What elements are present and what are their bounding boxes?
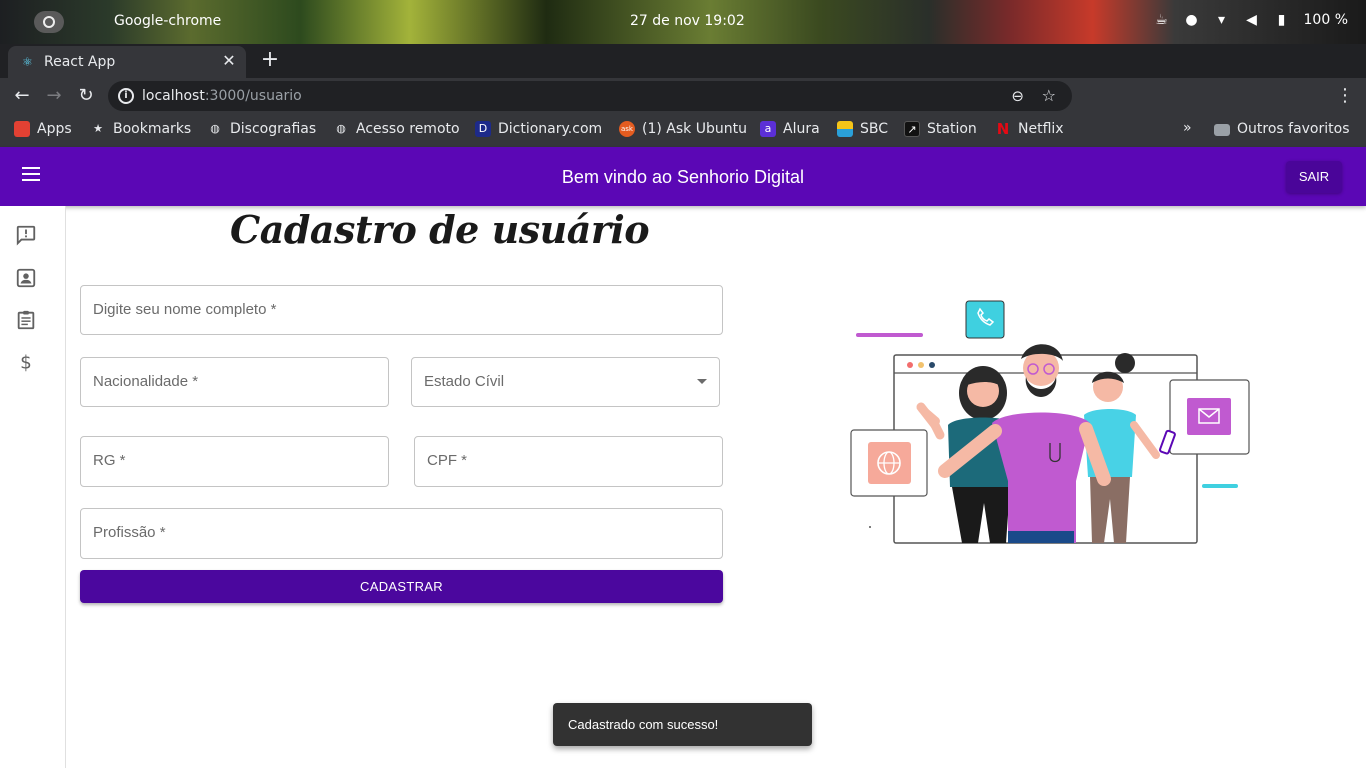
dropdown-arrow-icon	[697, 379, 707, 384]
other-bookmarks-folder[interactable]: Outros favoritos	[1214, 121, 1350, 137]
marital-status-placeholder: Estado Cívil	[424, 373, 505, 390]
assignment-icon[interactable]	[15, 309, 37, 331]
bookmarks-bar: Apps ★ Bookmarks ◍ Discografias ◍ Acesso…	[0, 114, 1366, 147]
apps-grid-icon	[14, 121, 30, 137]
station-icon: ↗	[904, 121, 920, 137]
folder-icon	[1214, 124, 1230, 136]
bookmark-item[interactable]: Apps	[14, 121, 72, 137]
nationality-placeholder: Nacionalidade *	[93, 373, 199, 390]
discord-icon[interactable]: ●	[1184, 12, 1200, 28]
battery-percent: 100 %	[1303, 12, 1348, 28]
url-text[interactable]: localhost:3000/usuario	[142, 88, 302, 104]
askubuntu-icon: ask	[619, 121, 635, 137]
globe-icon: ◍	[336, 122, 346, 135]
kebab-menu-icon[interactable]: ⋮	[1334, 85, 1356, 107]
dollar-icon[interactable]: $	[15, 351, 37, 373]
rg-placeholder: RG *	[93, 452, 126, 469]
address-bar[interactable]: i localhost:3000/usuario ⊖ ☆	[108, 81, 1072, 111]
feedback-icon[interactable]	[15, 224, 37, 246]
volume-icon[interactable]: ◀	[1244, 12, 1260, 28]
profession-placeholder: Profissão *	[93, 524, 166, 541]
globe-icon: ◍	[210, 122, 220, 135]
bookmark-item[interactable]: SBC	[837, 121, 888, 137]
browser-tab[interactable]: ⚛ React App ✕	[8, 46, 246, 78]
page-title: Cadastro de usuário	[230, 207, 650, 252]
submit-button[interactable]: CADASTRAR	[80, 570, 723, 603]
app-bar: Bem vindo ao Senhorio Digital SAIR	[0, 147, 1366, 206]
battery-icon[interactable]: ▮	[1274, 12, 1290, 28]
full-name-field[interactable]: Digite seu nome completo *	[80, 285, 723, 335]
bookmark-item[interactable]: ★ Bookmarks	[90, 121, 191, 137]
close-tab-icon[interactable]: ✕	[220, 52, 238, 70]
star-icon: ★	[93, 122, 103, 135]
bookmark-item[interactable]: ◍ Discografias	[207, 121, 316, 137]
side-drawer: $	[0, 206, 66, 768]
react-icon: ⚛	[22, 55, 33, 69]
bookmark-item[interactable]: a Alura	[760, 121, 820, 137]
app-title: Bem vindo ao Senhorio Digital	[561, 167, 805, 187]
bookmark-item[interactable]: N Netflix	[995, 121, 1064, 137]
svg-text:$: $	[20, 352, 32, 373]
browser-toolbar: ← → ↻ i localhost:3000/usuario ⊖ ☆ ⋮	[0, 78, 1366, 185]
cpf-placeholder: CPF *	[427, 452, 468, 469]
logout-button[interactable]: SAIR	[1286, 161, 1342, 193]
back-icon[interactable]: ←	[11, 85, 33, 107]
coffee-icon[interactable]: ☕	[1154, 12, 1170, 28]
nationality-field[interactable]: Nacionalidade *	[80, 357, 389, 407]
netflix-icon: N	[996, 120, 1010, 138]
os-app-name[interactable]: Google-chrome	[114, 13, 221, 29]
rg-field[interactable]: RG *	[80, 436, 389, 487]
full-name-placeholder: Digite seu nome completo *	[93, 301, 277, 318]
system-tray[interactable]: ☕ ● ▾ ◀ ▮ 100 %	[1154, 12, 1348, 28]
activities-button[interactable]	[34, 11, 64, 33]
success-snackbar: Cadastrado com sucesso!	[553, 703, 812, 746]
bookmark-item[interactable]: ↗ Station	[904, 121, 977, 137]
bookmark-item[interactable]: ◍ Acesso remoto	[333, 121, 459, 137]
team-illustration	[850, 300, 1250, 544]
cpf-field[interactable]: CPF *	[414, 436, 723, 487]
marital-status-select[interactable]: Estado Cívil	[411, 357, 720, 407]
bookmark-star-icon[interactable]: ☆	[1042, 86, 1056, 105]
reload-icon[interactable]: ↻	[75, 85, 97, 107]
tab-strip: ⚛ React App ✕	[0, 44, 1366, 78]
tab-title: React App	[44, 54, 116, 70]
wifi-icon[interactable]: ▾	[1214, 12, 1230, 28]
new-tab-button[interactable]: +	[258, 49, 282, 73]
bookmark-item[interactable]: D Dictionary.com	[475, 121, 602, 137]
zoom-icon[interactable]: ⊖	[1011, 87, 1024, 105]
dictionary-icon: D	[475, 121, 491, 137]
os-top-bar: Google-chrome 27 de nov 19:02 ☕ ● ▾ ◀ ▮ …	[0, 0, 1366, 44]
contact-card-icon[interactable]	[15, 267, 37, 289]
forward-icon[interactable]: →	[43, 85, 65, 107]
alura-icon: a	[760, 121, 776, 137]
profession-field[interactable]: Profissão *	[80, 508, 723, 559]
os-clock[interactable]: 27 de nov 19:02	[630, 13, 745, 29]
more-bookmarks-button[interactable]: »	[1183, 120, 1192, 136]
bookmark-item[interactable]: ask (1) Ask Ubuntu	[619, 121, 747, 137]
site-info-icon[interactable]: i	[118, 88, 134, 104]
sbc-icon	[837, 121, 853, 137]
